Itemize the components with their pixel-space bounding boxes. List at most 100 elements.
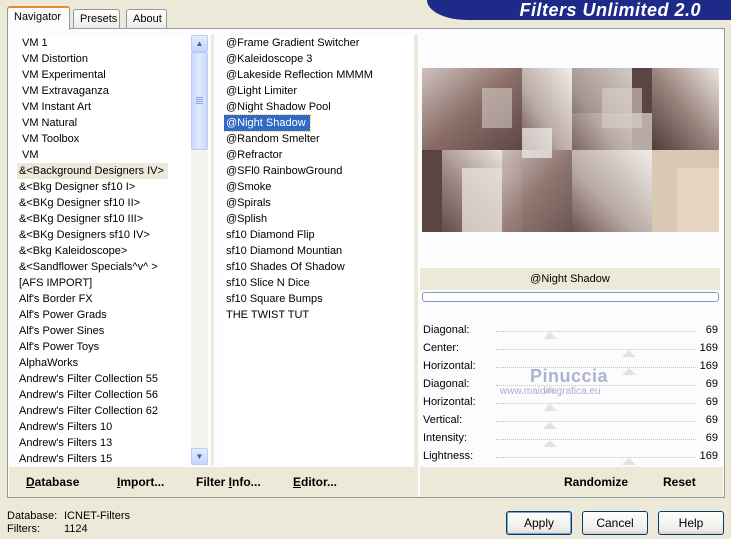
category-item[interactable]: VM Toolbox (17, 131, 191, 147)
category-item[interactable]: Alf's Power Toys (17, 339, 191, 355)
filter-item[interactable]: @Smoke (224, 179, 414, 195)
preview-toolbar: Randomize Reset (420, 467, 723, 497)
param-row: Lightness: 169 (420, 448, 720, 466)
filter-item[interactable]: @Splish (224, 211, 414, 227)
database-button[interactable]: Database (26, 475, 79, 489)
category-item[interactable]: [AFS IMPORT] (17, 275, 191, 291)
import-button[interactable]: Import... (117, 475, 164, 489)
param-label: Diagonal: (423, 378, 470, 390)
param-slider-track[interactable] (496, 457, 696, 458)
watermark-url: www.maidiregrafica.eu (500, 386, 601, 397)
category-item[interactable]: Andrew's Filter Collection 55 (17, 371, 191, 387)
category-item[interactable]: Andrew's Filters 13 (17, 435, 191, 451)
param-value: 169 (699, 360, 718, 372)
filter-item[interactable]: sf10 Diamond Mountian (224, 243, 414, 259)
param-slider-track[interactable] (496, 331, 696, 332)
filter-item[interactable]: sf10 Diamond Flip (224, 227, 414, 243)
filter-item[interactable]: @Night Shadow Pool (224, 99, 414, 115)
cancel-button[interactable]: Cancel (582, 511, 648, 535)
help-button[interactable]: Help (658, 511, 724, 535)
param-label: Lightness: (423, 450, 474, 462)
filter-item[interactable]: @Random Smelter (224, 131, 414, 147)
param-label: Horizontal: (423, 360, 476, 372)
param-slider-thumb[interactable] (621, 458, 636, 465)
param-row: Intensity: 69 (420, 430, 720, 448)
scroll-up-button[interactable]: ▲ (191, 35, 208, 52)
filter-item[interactable]: @SFl0 RainbowGround (224, 163, 414, 179)
param-value: 169 (699, 342, 718, 354)
param-label: Vertical: (423, 414, 463, 426)
filter-item[interactable]: THE TWIST TUT (224, 307, 414, 323)
param-label: Horizontal: (423, 396, 476, 408)
category-item[interactable]: VM Instant Art (17, 99, 191, 115)
category-item[interactable]: VM (17, 147, 191, 163)
param-slider-thumb[interactable] (543, 422, 558, 429)
category-scrollbar[interactable]: ▲ ▼ (191, 35, 208, 465)
filter-info-button[interactable]: Filter Info... (196, 475, 261, 489)
category-item[interactable]: AlphaWorks (17, 355, 191, 371)
filter-item[interactable]: @Lakeside Reflection MMMM (224, 67, 414, 83)
param-value: 69 (705, 378, 718, 390)
param-slider-track[interactable] (496, 439, 696, 440)
param-slider-track[interactable] (496, 349, 696, 350)
list-divider (211, 35, 214, 465)
app-banner: Filters Unlimited 2.0 (427, 0, 731, 20)
filter-item[interactable]: @Frame Gradient Switcher (224, 35, 414, 51)
category-item[interactable]: VM 1 (17, 35, 191, 51)
list-toolbar: Database Import... Filter Info... Editor… (9, 467, 414, 497)
scroll-down-button[interactable]: ▼ (191, 448, 208, 465)
category-item[interactable]: &<Sandflower Specials^v^ > (17, 259, 191, 275)
reset-button[interactable]: Reset (663, 475, 696, 489)
category-item[interactable]: &<Bkg Kaleidoscope> (17, 243, 191, 259)
category-item[interactable]: VM Distortion (17, 51, 191, 67)
filter-item[interactable]: sf10 Shades Of Shadow (224, 259, 414, 275)
filter-item[interactable]: @Light Limiter (224, 83, 414, 99)
filter-item[interactable]: sf10 Slice N Dice (224, 275, 414, 291)
param-slider-thumb[interactable] (543, 440, 558, 447)
category-item[interactable]: Alf's Border FX (17, 291, 191, 307)
param-slider-thumb[interactable] (543, 404, 558, 411)
filter-item[interactable]: @Refractor (224, 147, 414, 163)
param-slider-track[interactable] (496, 421, 696, 422)
category-item[interactable]: Alf's Power Grads (17, 307, 191, 323)
category-item[interactable]: Alf's Power Sines (17, 323, 191, 339)
param-slider-thumb[interactable] (621, 368, 636, 375)
preview-filter-name: @Night Shadow (420, 268, 720, 290)
category-item[interactable]: &<Bkg Designer sf10 I> (17, 179, 191, 195)
tab-navigator[interactable]: Navigator (7, 6, 70, 30)
editor-button[interactable]: Editor... (293, 475, 337, 489)
tab-about[interactable]: About (126, 9, 167, 29)
category-item[interactable]: VM Extravaganza (17, 83, 191, 99)
param-slider-thumb[interactable] (621, 350, 636, 357)
progress-bar (422, 292, 719, 302)
category-item[interactable]: Andrew's Filter Collection 56 (17, 387, 191, 403)
category-item[interactable]: Andrew's Filters 15 (17, 451, 191, 465)
tab-presets[interactable]: Presets (73, 9, 120, 29)
param-row: Diagonal: 69 (420, 322, 720, 340)
category-item[interactable]: VM Natural (17, 115, 191, 131)
category-item[interactable]: Andrew's Filter Collection 62 (17, 403, 191, 419)
filters-count: 1124 (64, 523, 88, 535)
filters-label: Filters: (7, 523, 40, 535)
randomize-button[interactable]: Randomize (564, 475, 628, 489)
category-item[interactable]: &<BKg Designers sf10 IV> (17, 227, 191, 243)
param-slider-thumb[interactable] (543, 332, 558, 339)
param-value: 169 (699, 450, 718, 462)
filter-list[interactable]: @Frame Gradient Switcher @Kaleidoscope 3 @… (224, 35, 414, 465)
apply-button[interactable]: Apply (506, 511, 572, 535)
category-item[interactable]: Andrew's Filters 10 (17, 419, 191, 435)
filter-item[interactable]: @Night Shadow (224, 114, 311, 132)
param-label: Center: (423, 342, 460, 354)
param-slider-track[interactable] (496, 403, 696, 404)
category-list[interactable]: VM 1 VM Distortion VM Experimental VM Extra… (17, 35, 191, 465)
param-value: 69 (705, 324, 718, 336)
category-item[interactable]: &<BKg Designer sf10 III> (17, 211, 191, 227)
param-value: 69 (705, 396, 718, 408)
filter-item[interactable]: sf10 Square Bumps (224, 291, 414, 307)
category-item[interactable]: &<Background Designers IV> (17, 163, 168, 179)
scroll-thumb[interactable] (191, 52, 208, 150)
category-item[interactable]: VM Experimental (17, 67, 191, 83)
category-item[interactable]: &<BKg Designer sf10 II> (17, 195, 191, 211)
filter-item[interactable]: @Spirals (224, 195, 414, 211)
filter-item[interactable]: @Kaleidoscope 3 (224, 51, 414, 67)
